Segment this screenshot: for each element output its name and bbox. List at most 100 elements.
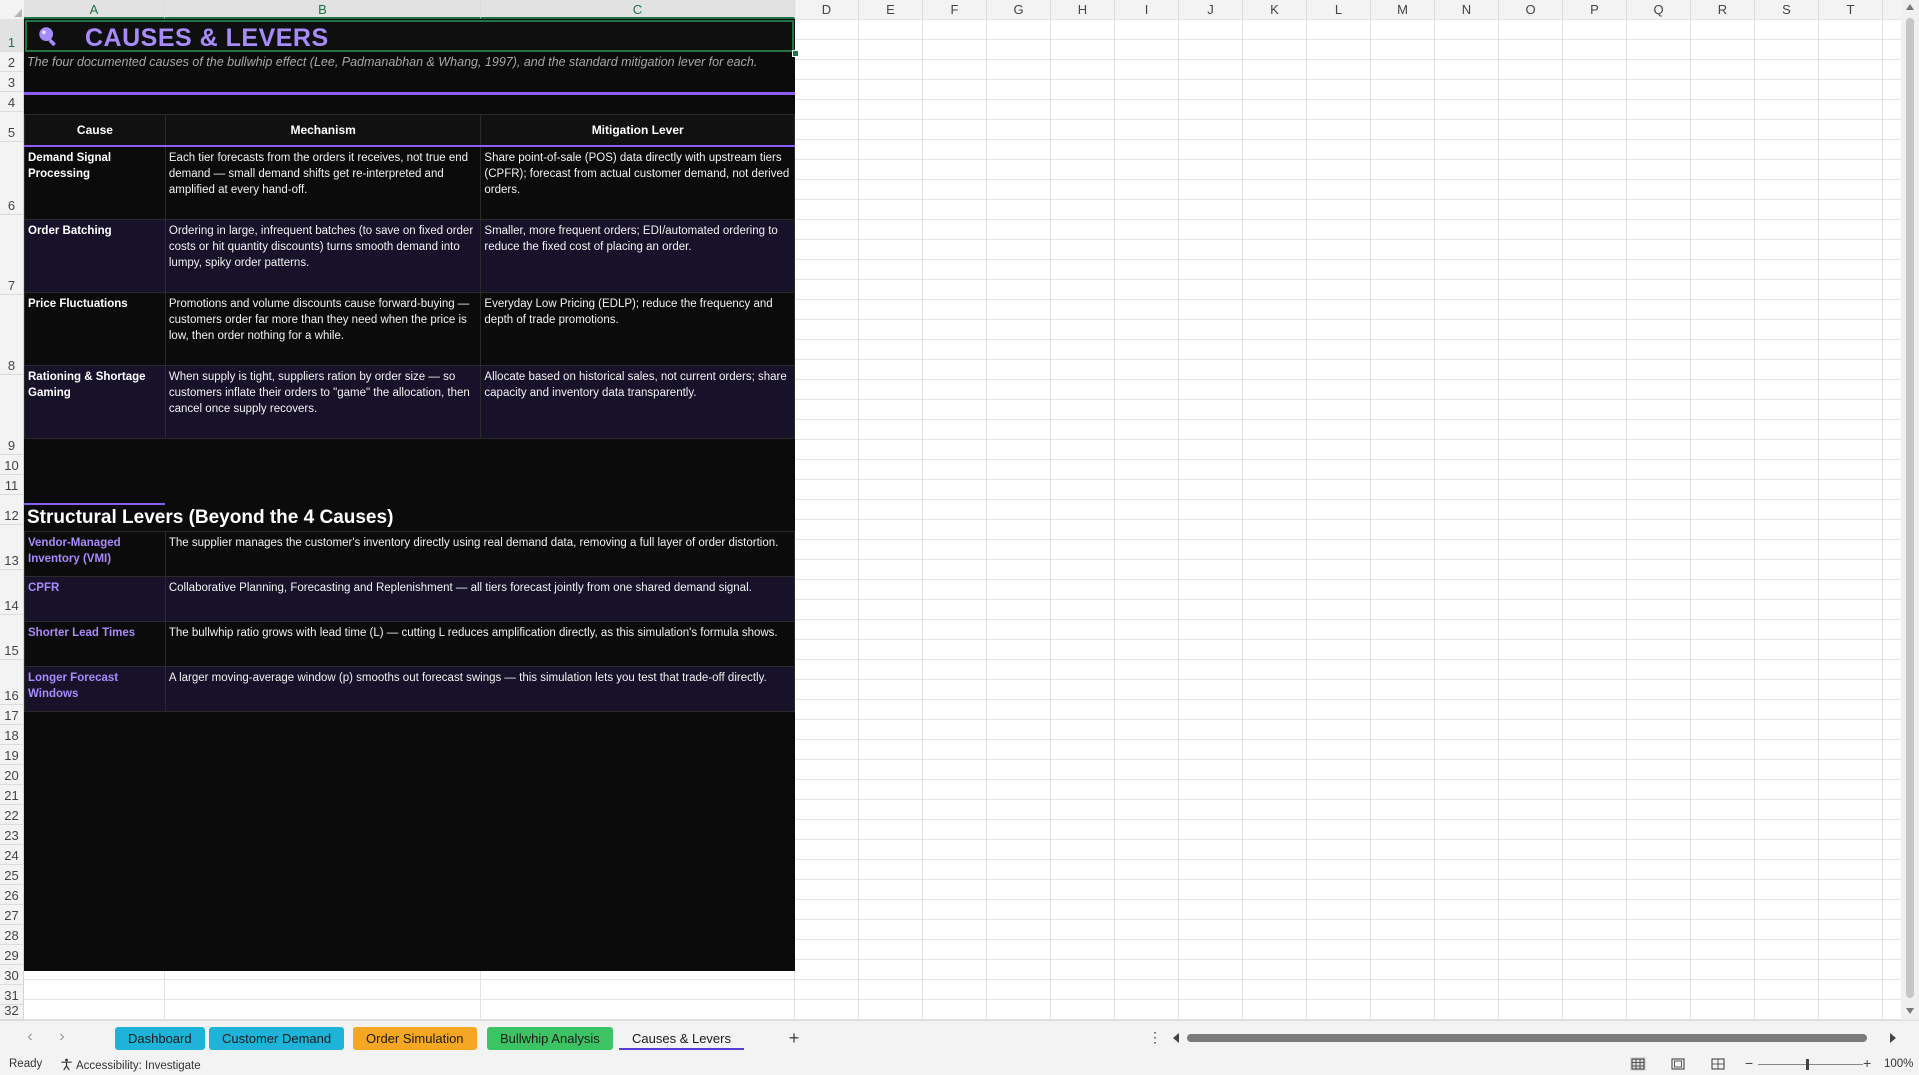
row-header[interactable]: 8: [0, 295, 24, 375]
chevron-right-icon[interactable]: ›: [52, 1028, 72, 1046]
lever-name-cell[interactable]: Shorter Lead Times: [24, 621, 166, 667]
row-header[interactable]: 27: [0, 905, 24, 925]
row-header[interactable]: 3: [0, 72, 24, 92]
zoom-slider-knob[interactable]: [1806, 1059, 1809, 1070]
lever-name-cell[interactable]: Vendor-Managed Inventory (VMI): [24, 531, 166, 577]
row-header[interactable]: 9: [0, 375, 24, 455]
row-header[interactable]: 30: [0, 965, 24, 985]
lever-cell[interactable]: Smaller, more frequent orders; EDI/autom…: [480, 218, 795, 293]
page-break-preview-icon[interactable]: [1710, 1057, 1726, 1071]
row-header[interactable]: 10: [0, 455, 24, 475]
normal-view-icon[interactable]: [1630, 1057, 1646, 1071]
tab-causes-levers[interactable]: Causes & Levers: [619, 1027, 744, 1050]
cause-cell[interactable]: Rationing & Shortage Gaming: [24, 364, 166, 439]
worksheet-grid[interactable]: CAUSES & LEVERS The four documented caus…: [24, 19, 1901, 1020]
column-header[interactable]: H: [1051, 0, 1115, 19]
lever-desc-cell[interactable]: Collaborative Planning, Forecasting and …: [164, 576, 796, 622]
header-cause[interactable]: Cause: [24, 114, 166, 147]
row-header[interactable]: 29: [0, 945, 24, 965]
row-header[interactable]: 12: [0, 495, 24, 525]
lever-name-cell[interactable]: CPFR: [24, 576, 166, 622]
chevron-left-icon[interactable]: ‹: [20, 1028, 40, 1046]
tab-dashboard[interactable]: Dashboard: [115, 1027, 205, 1050]
page-layout-icon[interactable]: [1670, 1057, 1686, 1071]
cause-cell[interactable]: Price Fluctuations: [24, 291, 166, 366]
lever-cell[interactable]: Everyday Low Pricing (EDLP); reduce the …: [480, 291, 795, 366]
column-header[interactable]: Q: [1627, 0, 1691, 19]
lever-cell[interactable]: Share point-of-sale (POS) data directly …: [480, 145, 795, 220]
scroll-down-icon[interactable]: [1906, 1008, 1914, 1014]
row-header[interactable]: 23: [0, 825, 24, 845]
row-header[interactable]: 18: [0, 725, 24, 745]
row-header[interactable]: 15: [0, 615, 24, 660]
lever-desc-cell[interactable]: The supplier manages the customer's inve…: [164, 531, 796, 577]
mechanism-cell[interactable]: Ordering in large, infrequent batches (t…: [164, 218, 482, 293]
scroll-right-icon[interactable]: [1890, 1033, 1896, 1043]
row-header[interactable]: 11: [0, 475, 24, 495]
column-header[interactable]: S: [1755, 0, 1819, 19]
zoom-in-button[interactable]: +: [1863, 1055, 1871, 1071]
mechanism-cell[interactable]: Each tier forecasts from the orders it r…: [164, 145, 482, 220]
row-header[interactable]: 31: [0, 985, 24, 1005]
column-header[interactable]: N: [1435, 0, 1499, 19]
lever-desc-cell[interactable]: A larger moving-average window (p) smoot…: [164, 666, 796, 712]
row-header[interactable]: 7: [0, 215, 24, 295]
column-header[interactable]: P: [1563, 0, 1627, 19]
row-header[interactable]: 22: [0, 805, 24, 825]
select-all-button[interactable]: [0, 0, 25, 19]
row-header[interactable]: 28: [0, 925, 24, 945]
scroll-left-icon[interactable]: [1173, 1033, 1179, 1043]
row-header[interactable]: 4: [0, 92, 24, 112]
column-header[interactable]: I: [1115, 0, 1179, 19]
row-header[interactable]: 2: [0, 52, 24, 72]
lever-name-cell[interactable]: Longer Forecast Windows: [24, 666, 166, 712]
mechanism-cell[interactable]: When supply is tight, suppliers ration b…: [164, 364, 482, 439]
column-header[interactable]: L: [1307, 0, 1371, 19]
tab-order-simulation[interactable]: Order Simulation: [353, 1027, 477, 1050]
column-header[interactable]: D: [795, 0, 859, 19]
fill-handle[interactable]: [792, 50, 799, 57]
mechanism-cell[interactable]: Promotions and volume discounts cause fo…: [164, 291, 482, 366]
tab-bullwhip-analysis[interactable]: Bullwhip Analysis: [487, 1027, 613, 1050]
header-mechanism[interactable]: Mechanism: [164, 114, 482, 147]
row-header[interactable]: 25: [0, 865, 24, 885]
column-header[interactable]: A: [24, 0, 165, 19]
horizontal-scrollbar[interactable]: [1170, 1031, 1900, 1045]
column-header[interactable]: M: [1371, 0, 1435, 19]
column-header[interactable]: J: [1179, 0, 1243, 19]
accessibility-status[interactable]: Accessibility: Investigate: [60, 1058, 201, 1072]
horizontal-scroll-thumb[interactable]: [1187, 1034, 1867, 1042]
column-header[interactable]: O: [1499, 0, 1563, 19]
row-header[interactable]: 14: [0, 570, 24, 615]
more-options-icon[interactable]: ⋮: [1148, 1029, 1162, 1046]
row-header[interactable]: 16: [0, 660, 24, 705]
row-header[interactable]: 13: [0, 525, 24, 570]
column-header[interactable]: T: [1819, 0, 1883, 19]
row-header[interactable]: 6: [0, 142, 24, 215]
column-header[interactable]: C: [481, 0, 795, 19]
column-header[interactable]: E: [859, 0, 923, 19]
title-cell[interactable]: CAUSES & LEVERS: [25, 20, 794, 52]
column-header[interactable]: R: [1691, 0, 1755, 19]
column-header[interactable]: F: [923, 0, 987, 19]
vertical-scroll-thumb[interactable]: [1906, 18, 1914, 998]
zoom-slider[interactable]: [1758, 1064, 1863, 1065]
tab-customer-demand[interactable]: Customer Demand: [209, 1027, 345, 1050]
column-header[interactable]: B: [165, 0, 481, 19]
row-header[interactable]: 17: [0, 705, 24, 725]
vertical-scrollbar[interactable]: [1901, 0, 1919, 1020]
cause-cell[interactable]: Demand Signal Processing: [24, 145, 166, 220]
row-header[interactable]: 20: [0, 765, 24, 785]
header-mitigation-lever[interactable]: Mitigation Lever: [480, 114, 795, 147]
row-header[interactable]: 24: [0, 845, 24, 865]
cause-cell[interactable]: Order Batching: [24, 218, 166, 293]
row-header[interactable]: 5: [0, 112, 24, 142]
row-header[interactable]: 26: [0, 885, 24, 905]
row-header[interactable]: 32: [0, 1003, 24, 1020]
scroll-up-icon[interactable]: [1906, 4, 1914, 10]
add-sheet-button[interactable]: +: [782, 1026, 806, 1050]
row-header[interactable]: 1: [0, 19, 24, 52]
lever-desc-cell[interactable]: The bullwhip ratio grows with lead time …: [164, 621, 796, 667]
column-header[interactable]: K: [1243, 0, 1307, 19]
column-header[interactable]: G: [987, 0, 1051, 19]
